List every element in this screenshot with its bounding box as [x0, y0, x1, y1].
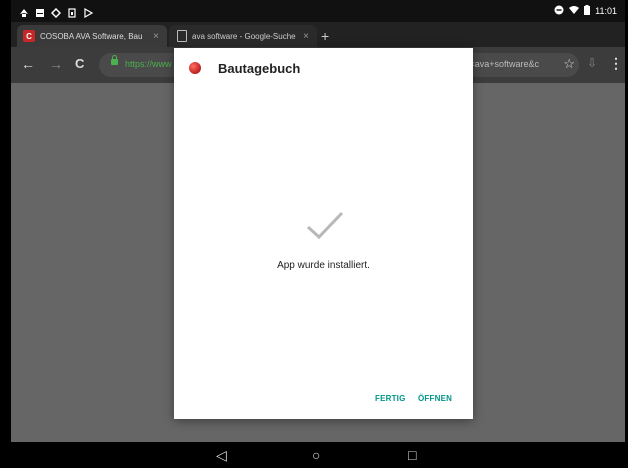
- tab-google-search[interactable]: ava software - Google-Suche ×: [169, 25, 317, 47]
- document-icon: [177, 30, 187, 42]
- checkmark-icon: [306, 211, 344, 240]
- nav-back-icon[interactable]: ◁: [216, 447, 227, 464]
- bookmark-star-icon[interactable]: ☆: [563, 56, 575, 72]
- overflow-menu-icon[interactable]: ⋮: [609, 55, 623, 72]
- tab-cosoba[interactable]: C COSOBA AVA Software, Bau ×: [17, 25, 167, 47]
- dialog-message: App wurde installiert.: [277, 260, 370, 271]
- download-icon[interactable]: ⇩: [587, 56, 597, 70]
- dialog-title: Bautagebuch: [218, 61, 301, 76]
- done-button[interactable]: FERTIG: [375, 394, 406, 403]
- reload-icon[interactable]: C: [75, 56, 84, 71]
- wifi-icon: [569, 5, 580, 17]
- close-icon[interactable]: ×: [303, 31, 309, 42]
- tab-strip: C COSOBA AVA Software, Bau × ava softwar…: [11, 22, 625, 47]
- nav-recents-icon[interactable]: □: [408, 447, 416, 463]
- tab-title: COSOBA AVA Software, Bau: [40, 31, 143, 41]
- sim-icon: [67, 5, 77, 18]
- status-bar-system: 11:01: [554, 5, 617, 17]
- message-icon: [35, 5, 45, 17]
- battery-icon: [584, 5, 591, 17]
- minus-circle-icon: [554, 5, 564, 17]
- forward-arrow-icon[interactable]: →: [49, 56, 63, 72]
- lock-icon: [111, 55, 118, 65]
- app-icon: [189, 62, 201, 74]
- clock: 11:01: [595, 6, 617, 16]
- install-complete-dialog: Bautagebuch App wurde installiert. FERTI…: [174, 48, 473, 419]
- close-icon[interactable]: ×: [153, 31, 159, 42]
- play-store-icon: [83, 5, 94, 19]
- status-bar-notifications: [19, 5, 94, 19]
- status-bar: 11:01: [11, 0, 625, 22]
- open-button[interactable]: ÖFFNEN: [418, 394, 452, 403]
- device-screen: 11:01 C COSOBA AVA Software, Bau × ava s…: [11, 0, 625, 468]
- notification-icon: [19, 5, 29, 17]
- back-arrow-icon[interactable]: ←: [21, 56, 35, 72]
- tab-title: ava software - Google-Suche: [192, 31, 296, 41]
- bug-icon: [50, 5, 62, 19]
- url-text: https://www: [125, 59, 172, 69]
- cosoba-favicon: C: [23, 30, 35, 42]
- new-tab-button[interactable]: +: [321, 28, 329, 44]
- system-nav-bar: ◁ ○ □: [11, 442, 625, 468]
- nav-home-icon[interactable]: ○: [312, 447, 320, 463]
